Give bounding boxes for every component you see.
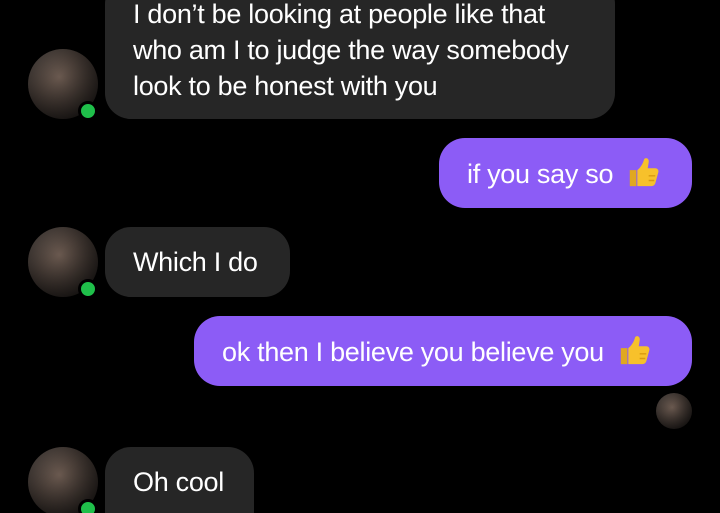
online-status-dot (78, 279, 98, 299)
message-text: Oh cool (133, 467, 224, 497)
message-text: if you say so (467, 159, 614, 189)
contact-avatar[interactable] (28, 447, 98, 513)
message-text-line: I don’t be looking at people like that (133, 0, 545, 29)
incoming-message-bubble[interactable]: Which I do (105, 227, 290, 297)
seen-receipt-avatar (656, 393, 692, 429)
message-text: Which I do (133, 247, 258, 277)
outgoing-message-bubble[interactable]: if you say so (439, 138, 692, 208)
thumbs-up-icon (630, 158, 659, 187)
avatar-photo (656, 393, 692, 429)
outgoing-message-bubble[interactable]: ok then I believe you believe you (194, 316, 692, 386)
message-text-line: look to be honest with you (133, 71, 438, 101)
message-text: ok then I believe you believe you (222, 337, 604, 367)
online-status-dot (78, 499, 98, 513)
thumbs-up-icon (620, 336, 650, 365)
online-status-dot (78, 101, 98, 121)
contact-avatar[interactable] (28, 49, 98, 121)
message-text-line: who am I to judge the way somebody (133, 35, 569, 65)
contact-avatar[interactable] (28, 227, 98, 299)
incoming-message-bubble[interactable]: Oh cool (105, 447, 254, 513)
incoming-message-bubble[interactable]: I don’t be looking at people like that w… (105, 0, 615, 119)
